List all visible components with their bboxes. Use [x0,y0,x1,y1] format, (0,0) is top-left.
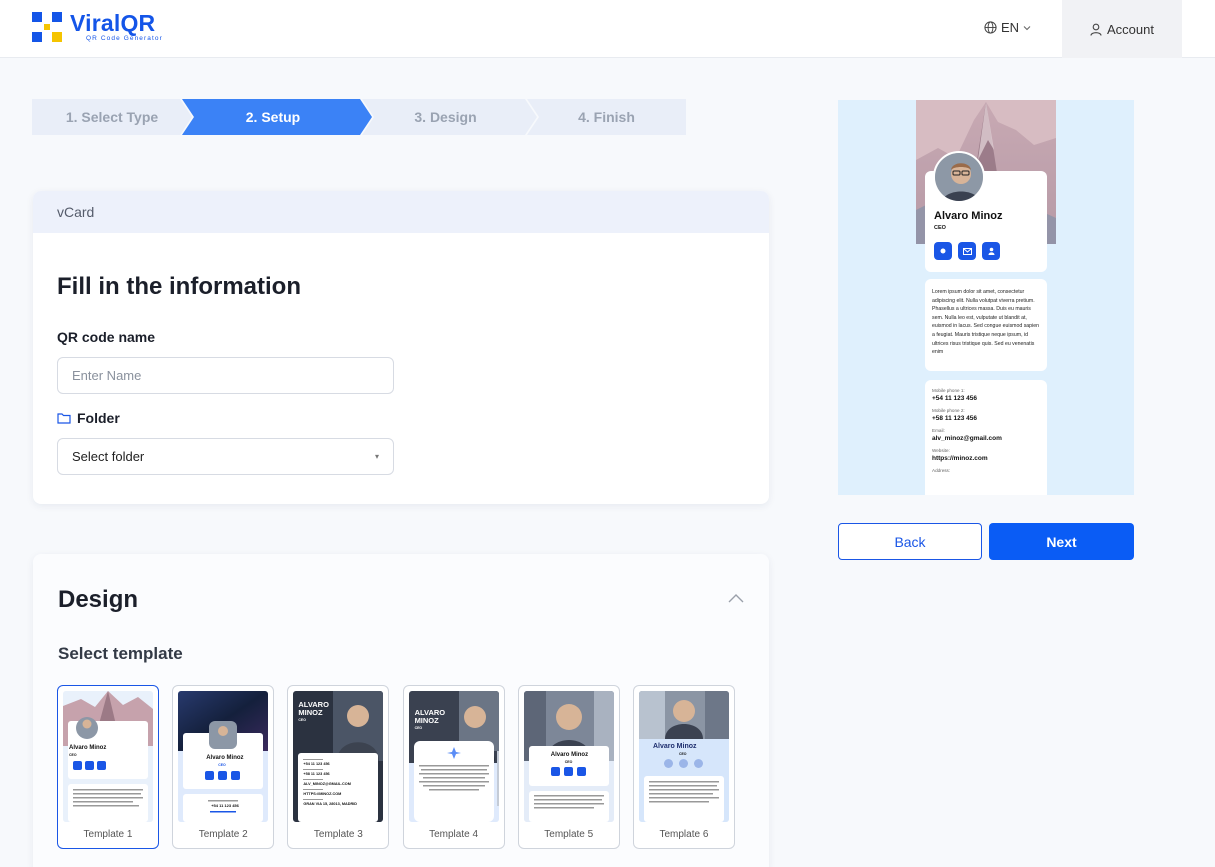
folder-select[interactable]: Select folder ▾ [57,438,394,475]
template-4-label: Template 4 [429,829,479,840]
template-3-label: Template 3 [313,829,363,840]
template-6-label: Template 6 [659,829,709,840]
chevron-down-icon [1023,25,1031,30]
chevron-up-icon[interactable] [727,592,745,604]
template-1-label: Template 1 [83,829,133,840]
contact-value: +54 11 123 456 [932,395,978,402]
step-finish[interactable]: 4. Finish [527,99,686,135]
mail-icon [958,242,976,260]
logo-qr-icon [32,12,62,43]
user-icon [1090,23,1102,36]
step-design[interactable]: 3. Design [362,99,537,135]
template-1-thumbnail: Alvaro Minoz CEO [63,691,153,822]
template-list: Alvaro Minoz CEO Template 1 Alvaro Minoz… [57,685,748,849]
folder-select-value: Select folder [72,449,145,464]
language-selector[interactable]: EN [984,20,1036,35]
template-5-thumbnail: Alvaro Minoz CEO [523,691,614,822]
template-5-label: Template 5 [544,829,594,840]
folder-icon [57,413,71,424]
contact-key: Mobile phone 1: [932,388,965,393]
design-card: Design Select template Alvaro Minoz CEO [33,554,769,867]
contact-key: Website: [932,448,950,453]
contact-value: +58 11 123 456 [932,415,978,422]
logo-subtitle: QR Code Generator [86,35,163,42]
step-setup[interactable]: 2. Setup [182,99,372,135]
vcard-preview: Alvaro Minoz CEO Lorem ipsum dolor sit a… [838,100,1134,495]
section-title: Fill in the information [57,273,301,300]
template-6[interactable]: Alvaro Minoz CEO Template 6 [632,685,735,849]
template-1[interactable]: Alvaro Minoz CEO Template 1 [57,685,159,849]
progress-stepper: 1. Select Type 2. Setup 3. Design 4. Fin… [32,99,686,135]
template-6-thumbnail: Alvaro Minoz CEO [638,691,729,822]
language-label: EN [1001,20,1020,35]
logo-title: ViralQR [70,10,156,36]
template-2-label: Template 2 [198,829,248,840]
globe-icon [984,21,997,34]
folder-label: Folder [77,410,120,426]
contact-key: Address: [932,468,951,473]
logo[interactable]: ViralQR QR Code Generator [32,12,163,43]
card-header: vCard [33,191,769,233]
template-3[interactable]: ALVARO MINOZ CEO +54 11 123 456 +58 11 12… [287,685,390,849]
preview-name: Alvaro Minoz [934,210,1003,222]
design-title: Design [58,586,139,613]
vcard-info-card: vCard Fill in the information QR code na… [33,191,769,504]
account-label: Account [1107,21,1154,37]
top-header: ViralQR QR Code Generator EN Account [0,0,1215,58]
qr-name-input[interactable] [57,357,394,394]
contact-icon [982,242,1000,260]
contact-value: https://minoz.com [932,455,988,462]
template-5[interactable]: Alvaro Minoz CEO Template 5 [517,685,620,849]
phone-icon [934,242,952,260]
template-2[interactable]: Alvaro Minoz CEO +54 11 123 456 Template… [172,685,275,849]
contact-key: Mobile phone 2: [932,408,965,413]
select-template-label: Select template [58,644,183,663]
template-3-thumbnail: ALVARO MINOZ CEO +54 11 123 456 +58 11 12… [293,691,384,822]
template-4[interactable]: ALVARO MINOZ CEO Template 4 [402,685,505,849]
preview-contact-list: Mobile phone 1: +54 11 123 456 Mobile ph… [925,380,1047,495]
template-4-thumbnail: ALVARO MINOZ CEO [408,691,499,822]
preview-job-title: CEO [934,225,946,231]
template-2-thumbnail: Alvaro Minoz CEO +54 11 123 456 [178,691,269,822]
qr-name-label: QR code name [57,329,156,345]
contact-key: Email: [932,428,945,433]
avatar [933,151,985,203]
account-button[interactable]: Account [1062,0,1182,58]
contact-value: alv_minoz@gmail.com [932,435,1002,442]
chevron-down-icon: ▾ [374,452,379,461]
next-button[interactable]: Next [989,523,1134,560]
preview-about: Lorem ipsum dolor sit amet, consectetur … [925,279,1047,371]
step-select-type[interactable]: 1. Select Type [32,99,192,135]
back-button[interactable]: Back [838,523,982,560]
